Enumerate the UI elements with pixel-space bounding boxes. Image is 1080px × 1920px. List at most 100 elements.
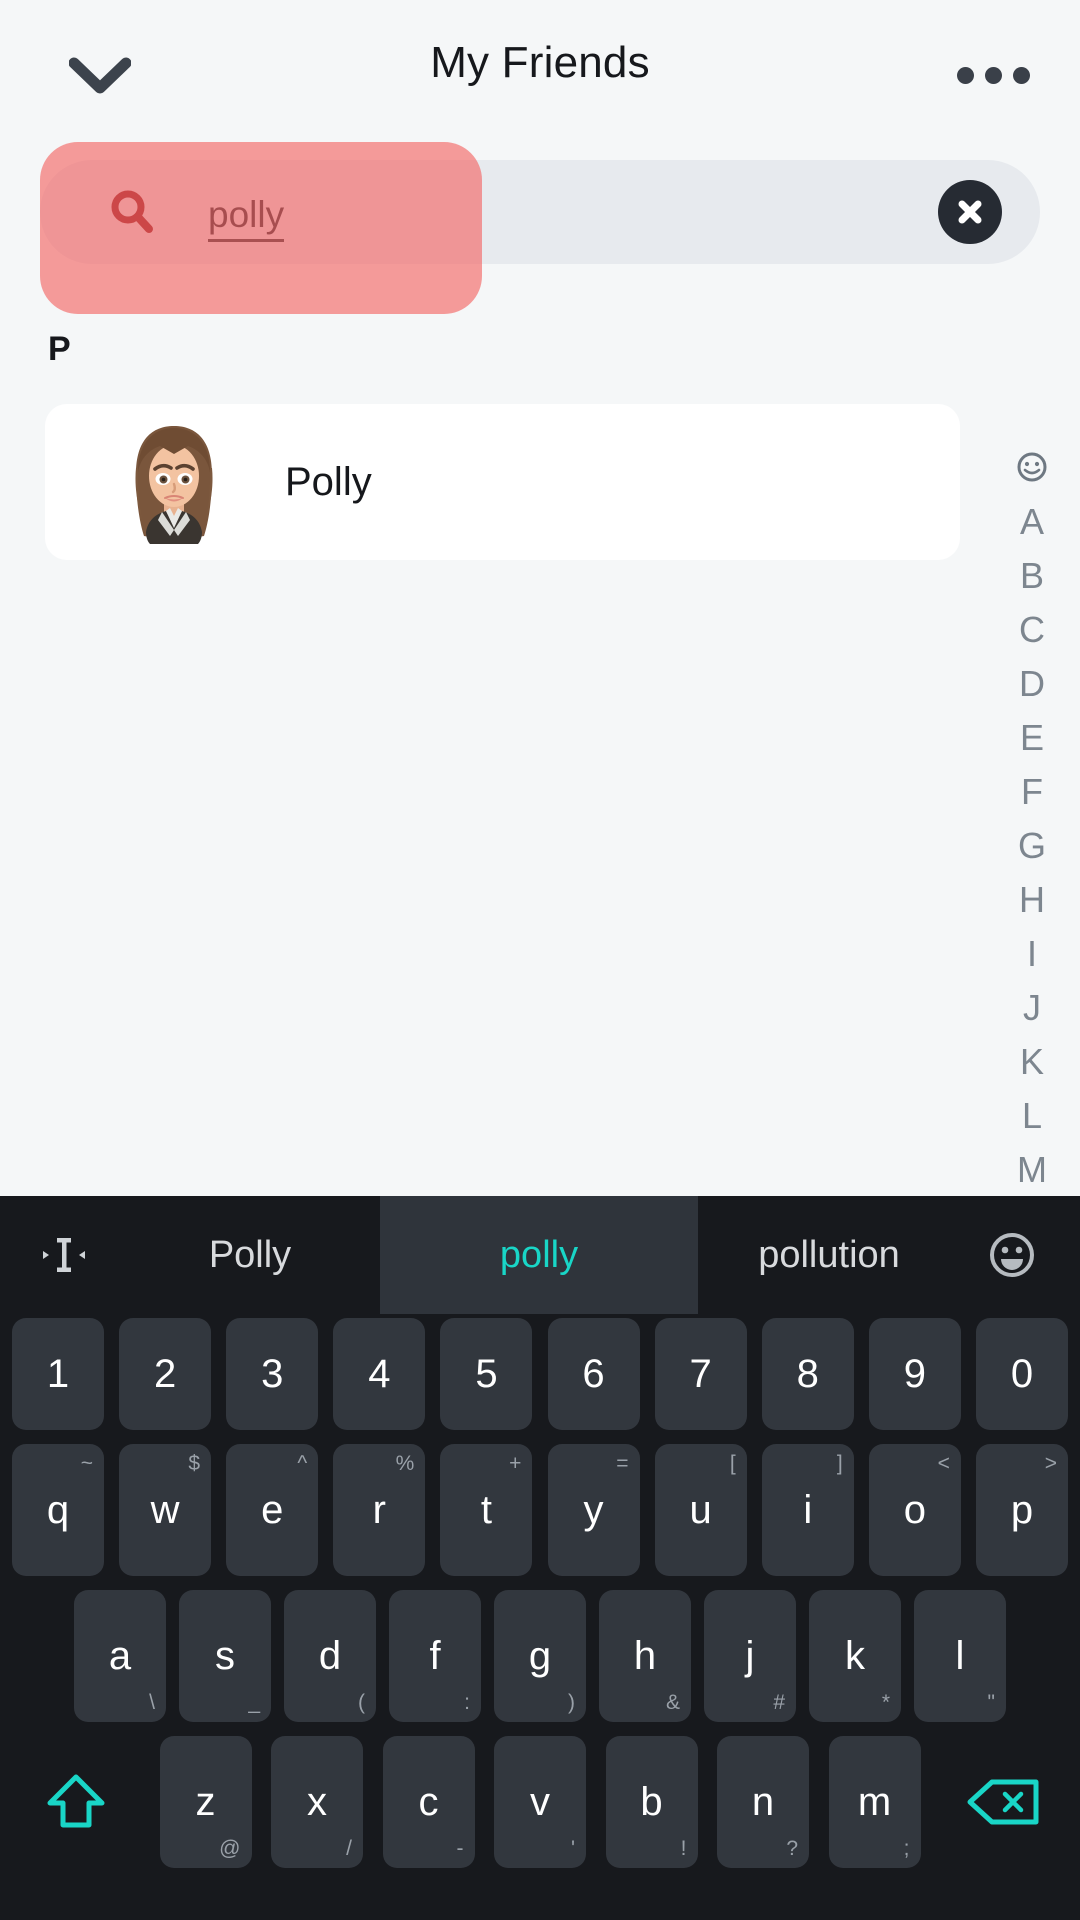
key-alt-label: ~	[81, 1453, 93, 1474]
key-alt-label: +	[509, 1453, 521, 1474]
key-label: g	[529, 1636, 551, 1676]
keyboard-row-numbers: 1 2 345 6 7 8 9 0	[0, 1318, 1080, 1440]
search-field-container: polly	[40, 160, 1040, 264]
key-label: d	[319, 1636, 341, 1676]
key-label: f	[429, 1636, 440, 1676]
key-y[interactable]: y=	[548, 1444, 640, 1576]
key-f[interactable]: f:	[389, 1590, 481, 1722]
key-alt-label: _	[248, 1692, 260, 1713]
key-m[interactable]: m;	[829, 1736, 921, 1868]
key-o[interactable]: o<	[869, 1444, 961, 1576]
key-w[interactable]: w$	[119, 1444, 211, 1576]
key-2[interactable]: 2	[119, 1318, 211, 1430]
key-label: 8	[797, 1354, 819, 1394]
key-x[interactable]: x/	[271, 1736, 363, 1868]
key-d[interactable]: d(	[284, 1590, 376, 1722]
key-alt-label: &	[666, 1692, 680, 1713]
key-alt-label: ?	[786, 1838, 798, 1859]
key-n[interactable]: n?	[717, 1736, 809, 1868]
suggestion-chip[interactable]: pollution	[698, 1196, 960, 1314]
key-alt-label: \	[149, 1692, 155, 1713]
key-l[interactable]: l"	[914, 1590, 1006, 1722]
alpha-index-letter[interactable]: J	[1002, 981, 1062, 1035]
suggestion-chip[interactable]: Polly	[120, 1196, 380, 1314]
smiley-icon[interactable]	[1015, 450, 1049, 489]
emoji-smiley-icon[interactable]	[960, 1196, 1064, 1314]
key-label: 0	[1011, 1354, 1033, 1394]
key-label: b	[640, 1782, 662, 1822]
key-label: 2	[154, 1354, 176, 1394]
backspace-icon[interactable]	[940, 1736, 1068, 1868]
key-8[interactable]: 8	[762, 1318, 854, 1430]
alpha-index-letter[interactable]: B	[1002, 549, 1062, 603]
key-label: s	[215, 1636, 235, 1676]
key-b[interactable]: b!	[606, 1736, 698, 1868]
key-label: t	[481, 1490, 492, 1530]
key-9[interactable]: 9	[869, 1318, 961, 1430]
key-0[interactable]: 0	[976, 1318, 1068, 1430]
alpha-index-letter[interactable]: M	[1002, 1143, 1062, 1197]
alpha-index-letter[interactable]: C	[1002, 603, 1062, 657]
key-v[interactable]: v'	[494, 1736, 586, 1868]
alpha-index-letter[interactable]: L	[1002, 1089, 1062, 1143]
key-label: 1	[47, 1354, 69, 1394]
key-a[interactable]: a\	[74, 1590, 166, 1722]
key-e[interactable]: e^	[226, 1444, 318, 1576]
key-label: a	[109, 1636, 131, 1676]
key-4[interactable]: 4	[333, 1318, 425, 1430]
more-dot	[957, 67, 974, 84]
key-alt-label: !	[681, 1838, 687, 1859]
search-input[interactable]: polly	[40, 160, 1040, 264]
key-alt-label: /	[346, 1838, 352, 1859]
keyboard-row-bottom: z@x/c-v'b!n?m;	[0, 1736, 1080, 1884]
key-1[interactable]: 1	[12, 1318, 104, 1430]
search-icon	[108, 188, 156, 236]
key-label: j	[746, 1636, 755, 1676]
alpha-index-letter[interactable]: D	[1002, 657, 1062, 711]
key-z[interactable]: z@	[160, 1736, 252, 1868]
key-alt-label: :	[464, 1692, 470, 1713]
key-h[interactable]: h&	[599, 1590, 691, 1722]
app-header: My Friends	[0, 0, 1080, 140]
key-alt-label: #	[773, 1692, 785, 1713]
friend-list-item[interactable]: Polly	[45, 404, 960, 560]
suggestion-chip-selected[interactable]: polly	[380, 1196, 698, 1314]
key-3[interactable]: 3	[226, 1318, 318, 1430]
key-q[interactable]: q~	[12, 1444, 104, 1576]
key-label: 6	[582, 1354, 604, 1394]
shift-arrow-icon[interactable]	[12, 1736, 140, 1868]
key-i[interactable]: i]	[762, 1444, 854, 1576]
alpha-index-letter[interactable]: K	[1002, 1035, 1062, 1089]
key-label: k	[845, 1636, 865, 1676]
key-j[interactable]: j#	[704, 1590, 796, 1722]
key-c[interactable]: c-	[383, 1736, 475, 1868]
key-label: 9	[904, 1354, 926, 1394]
key-p[interactable]: p>	[976, 1444, 1068, 1576]
clear-search-button[interactable]	[938, 180, 1002, 244]
key-label: m	[858, 1782, 891, 1822]
key-u[interactable]: u[	[655, 1444, 747, 1576]
alpha-index-letter[interactable]: G	[1002, 819, 1062, 873]
keyboard-row-home: a\s_d(f:g)h&j#k*l"	[0, 1590, 1080, 1732]
key-label: 7	[690, 1354, 712, 1394]
key-alt-label: @	[219, 1838, 240, 1859]
alphabet-index[interactable]: ABCDEFGHIJKLM	[1002, 450, 1062, 1197]
more-options-icon[interactable]	[948, 52, 1038, 98]
alpha-index-letter[interactable]: I	[1002, 927, 1062, 981]
cursor-move-icon[interactable]	[8, 1196, 120, 1314]
key-g[interactable]: g)	[494, 1590, 586, 1722]
key-t[interactable]: t+	[440, 1444, 532, 1576]
key-label: x	[307, 1782, 327, 1822]
key-7[interactable]: 7	[655, 1318, 747, 1430]
page-title: My Friends	[0, 38, 1080, 88]
alpha-index-letter[interactable]: H	[1002, 873, 1062, 927]
key-5[interactable]: 5	[440, 1318, 532, 1430]
key-s[interactable]: s_	[179, 1590, 271, 1722]
alpha-index-letter[interactable]: A	[1002, 495, 1062, 549]
alpha-index-letter[interactable]: E	[1002, 711, 1062, 765]
key-6[interactable]: 6	[548, 1318, 640, 1430]
alpha-index-letter[interactable]: F	[1002, 765, 1062, 819]
key-r[interactable]: r%	[333, 1444, 425, 1576]
key-k[interactable]: k*	[809, 1590, 901, 1722]
key-label: z	[196, 1782, 216, 1822]
